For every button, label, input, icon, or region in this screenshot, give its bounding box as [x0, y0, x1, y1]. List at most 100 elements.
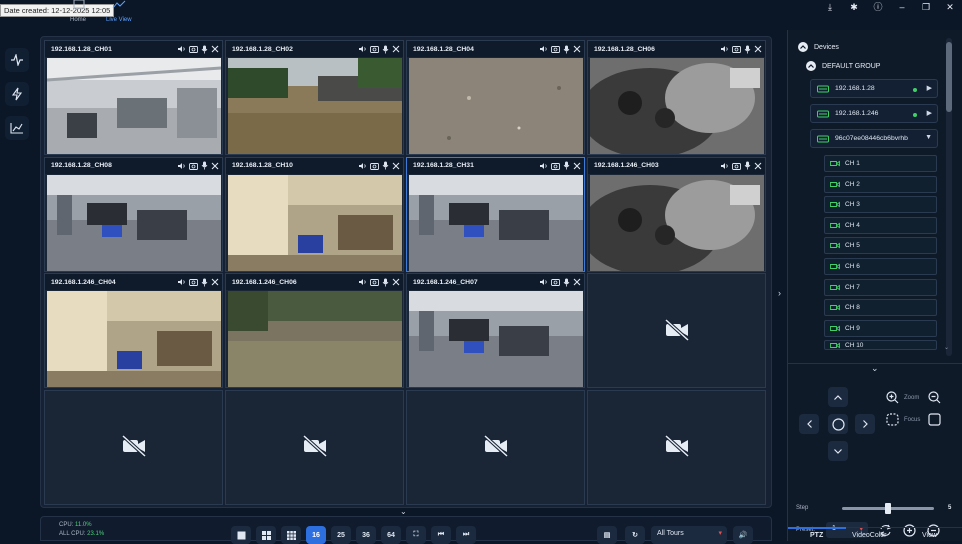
speaker-icon[interactable]	[720, 45, 729, 53]
camera-snapshot-icon[interactable]	[370, 278, 379, 286]
camera-tile[interactable]: 192.168.1.28_CH01	[44, 40, 223, 155]
layout-16-button[interactable]: 16	[306, 526, 326, 544]
refresh-button[interactable]: ↻	[625, 526, 645, 544]
fullscreen-button[interactable]: ⛶	[406, 526, 426, 544]
download-icon[interactable]: ⤓	[818, 0, 842, 14]
video-feed[interactable]	[409, 58, 583, 154]
nav-live-view[interactable]: Live View	[106, 17, 132, 23]
microphone-icon[interactable]	[382, 161, 389, 170]
minimize-icon[interactable]: –	[890, 0, 914, 14]
camera-tile[interactable]: 192.168.1.246_CH06	[225, 273, 404, 388]
microphone-icon[interactable]	[201, 45, 208, 54]
devices-header[interactable]: Devices	[798, 42, 839, 52]
close-icon[interactable]	[392, 45, 400, 53]
camera-snapshot-icon[interactable]	[189, 162, 198, 170]
close-icon[interactable]	[211, 45, 219, 53]
close-icon[interactable]: ✕	[938, 0, 962, 14]
home-icon[interactable]	[72, 0, 86, 12]
camera-tile[interactable]	[406, 389, 585, 505]
video-feed[interactable]	[228, 58, 402, 154]
speaker-icon[interactable]	[539, 278, 548, 286]
close-icon[interactable]	[392, 162, 400, 170]
collapse-ptz-chevron-icon[interactable]: ⌄	[871, 363, 879, 374]
ptz-left-button[interactable]	[799, 414, 819, 434]
camera-snapshot-icon[interactable]	[551, 278, 560, 286]
channel-item[interactable]: CH 10	[824, 340, 937, 351]
close-icon[interactable]	[573, 162, 581, 170]
camera-tile[interactable]	[225, 389, 404, 505]
camera-tile[interactable]: 192.168.1.28_CH04	[406, 40, 585, 155]
speaker-icon[interactable]	[177, 162, 186, 170]
device-item[interactable]: 96c07ee08446cb6bvrhb ▼	[810, 129, 938, 148]
camera-snapshot-icon[interactable]	[551, 162, 560, 170]
speaker-icon[interactable]	[539, 162, 548, 170]
channel-item[interactable]: CH 5	[824, 237, 937, 255]
live-view-icon[interactable]	[112, 0, 126, 12]
events-button[interactable]	[5, 82, 29, 106]
camera-snapshot-icon[interactable]	[732, 162, 741, 170]
close-icon[interactable]	[573, 45, 581, 53]
device-item[interactable]: 192.168.1.246 ▶	[810, 104, 938, 123]
reports-button[interactable]	[5, 116, 29, 140]
speaker-icon[interactable]	[539, 45, 548, 53]
close-icon[interactable]	[754, 45, 762, 53]
camera-tile[interactable]: 192.168.1.28_CH10	[225, 156, 404, 272]
camera-tile[interactable]: 192.168.1.28_CH31	[406, 156, 585, 272]
audio-button[interactable]: 🔊	[733, 526, 753, 544]
microphone-icon[interactable]	[201, 161, 208, 170]
camera-tile[interactable]	[44, 389, 223, 505]
step-slider-knob[interactable]	[885, 503, 891, 514]
camera-tile[interactable]: 192.168.1.28_CH08	[44, 156, 223, 272]
microphone-icon[interactable]	[563, 161, 570, 170]
camera-snapshot-icon[interactable]	[370, 162, 379, 170]
tours-select[interactable]: All Tours ▾	[651, 526, 727, 544]
snapshot-button[interactable]: ▤	[597, 526, 617, 544]
speaker-icon[interactable]	[358, 278, 367, 286]
tab-ptz[interactable]: PTZ	[810, 532, 823, 539]
nav-home[interactable]: Home	[70, 17, 86, 23]
close-icon[interactable]	[211, 162, 219, 170]
microphone-icon[interactable]	[563, 45, 570, 54]
video-feed[interactable]	[590, 174, 764, 271]
close-icon[interactable]	[573, 278, 581, 286]
camera-tile[interactable]: 192.168.1.246_CH04	[44, 273, 223, 388]
device-item[interactable]: 192.168.1.28 ▶	[810, 79, 938, 98]
channel-item[interactable]: CH 8	[824, 299, 937, 317]
tab-videocolor[interactable]: VideoColor	[852, 532, 887, 539]
next-page-button[interactable]: ⏭	[456, 526, 476, 544]
ptz-up-button[interactable]	[828, 387, 848, 407]
microphone-icon[interactable]	[201, 278, 208, 287]
activity-button[interactable]	[5, 48, 29, 72]
device-list-scrollbar[interactable]	[946, 38, 952, 356]
camera-tile[interactable]: 192.168.1.28_CH02	[225, 40, 404, 155]
camera-snapshot-icon[interactable]	[732, 45, 741, 53]
camera-tile[interactable]	[587, 273, 766, 388]
camera-tile[interactable]: 192.168.1.28_CH06	[587, 40, 766, 155]
layout-3x3-button[interactable]	[281, 526, 301, 544]
chevron-down-icon[interactable]: ▼	[925, 134, 932, 141]
speaker-icon[interactable]	[358, 162, 367, 170]
ptz-center-button[interactable]	[828, 414, 848, 434]
layout-2x2-button[interactable]	[256, 526, 276, 544]
default-group[interactable]: DEFAULT GROUP	[806, 61, 880, 71]
scrollbar-thumb[interactable]	[946, 42, 952, 112]
previous-page-button[interactable]: ⏮	[431, 526, 451, 544]
microphone-icon[interactable]	[382, 45, 389, 54]
microphone-icon[interactable]	[744, 45, 751, 54]
zoom-out-icon[interactable]	[928, 391, 941, 404]
play-icon[interactable]: ▶	[927, 84, 932, 92]
microphone-icon[interactable]	[563, 278, 570, 287]
camera-snapshot-icon[interactable]	[189, 45, 198, 53]
focus-near-icon[interactable]	[886, 413, 899, 426]
layout-64-button[interactable]: 64	[381, 526, 401, 544]
microphone-icon[interactable]	[744, 161, 751, 170]
video-feed[interactable]	[409, 174, 583, 271]
camera-tile[interactable]	[587, 389, 766, 505]
collapse-chevron-icon[interactable]: ⌄	[400, 507, 407, 516]
channel-item[interactable]: CH 4	[824, 216, 937, 234]
channel-item[interactable]: CH 6	[824, 258, 937, 275]
bug-icon[interactable]: ✱	[842, 0, 866, 14]
speaker-icon[interactable]	[720, 162, 729, 170]
close-icon[interactable]	[392, 278, 400, 286]
camera-tile[interactable]: 192.168.1.246_CH03	[587, 156, 766, 272]
